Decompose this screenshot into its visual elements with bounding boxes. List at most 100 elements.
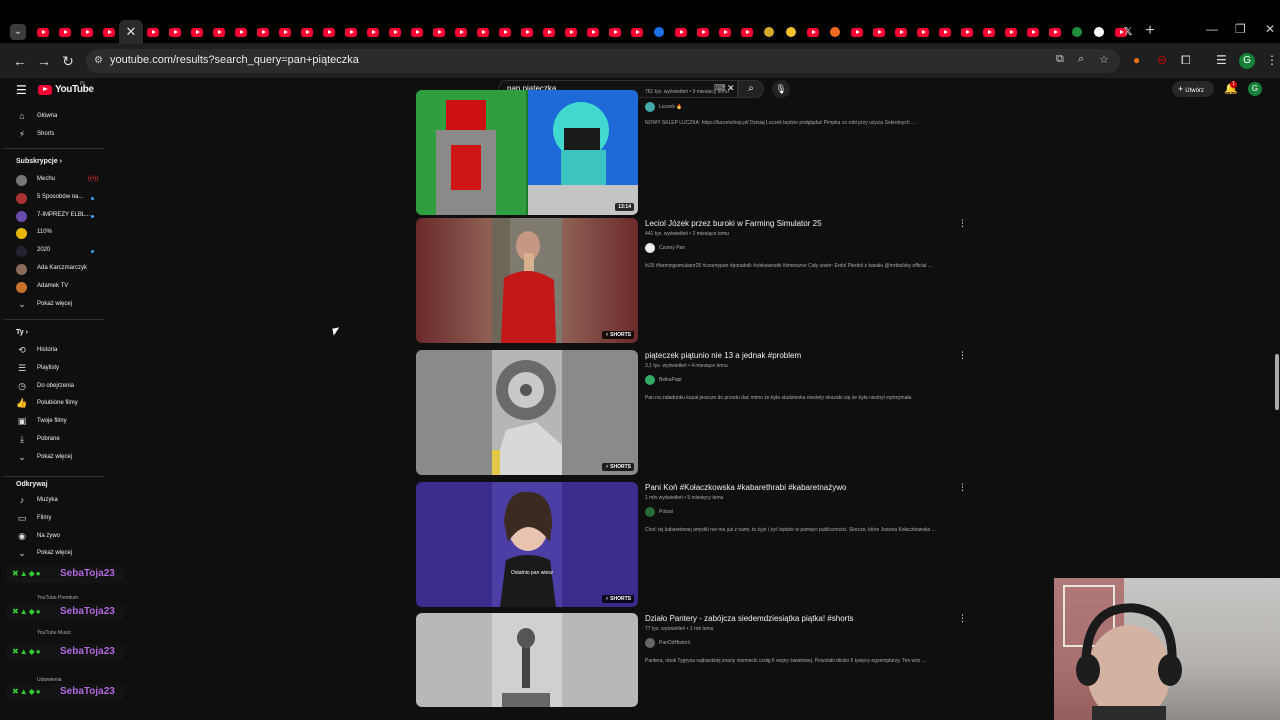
sidebar-item-muzyka[interactable]: ♪ Muzyka — [0, 493, 105, 510]
sidebar-item-twoje-filmy[interactable]: ▣ Twoje filmy — [0, 414, 105, 431]
browser-tab[interactable] — [1003, 24, 1019, 40]
browser-tab[interactable] — [211, 24, 227, 40]
sidebar-item-subscription[interactable]: 7-IMPREZY ELBL... — [0, 208, 105, 225]
subscriptions-header[interactable]: Subskrypcje › — [16, 158, 62, 165]
channel-avatar[interactable] — [645, 102, 655, 112]
browser-tab[interactable] — [541, 24, 557, 40]
close-window-icon[interactable]: ✕ — [1265, 22, 1275, 36]
sidebar-item-settings[interactable]: Ustawienia — [37, 677, 61, 683]
browser-tab[interactable] — [959, 24, 975, 40]
browser-tab[interactable] — [739, 24, 755, 40]
browser-tab[interactable] — [915, 24, 931, 40]
sidebar-item-pokaż-więcej[interactable]: ⌄ Pokaż więcej — [0, 546, 105, 563]
sidebar-item-youtube-premium[interactable]: YouTube Premium — [37, 595, 78, 601]
browser-menu-icon[interactable]: ⋮ — [1266, 53, 1278, 67]
channel-avatar[interactable] — [645, 638, 655, 648]
video-title[interactable]: piąteczek piątunio nie 13 a jednak #prob… — [645, 351, 801, 360]
install-app-icon[interactable]: ⧉ — [1056, 53, 1064, 66]
sidebar-item-subscription[interactable]: Ada Karczmarczyk — [0, 261, 105, 278]
browser-tab[interactable] — [783, 24, 799, 40]
browser-tab[interactable] — [563, 24, 579, 40]
channel-name[interactable]: Czarny Pan — [659, 245, 685, 251]
channel-name[interactable]: Luczek 🔥 — [659, 104, 682, 110]
browser-tab[interactable] — [629, 24, 645, 40]
browser-tab[interactable] — [1047, 24, 1063, 40]
tab-search-dropdown[interactable]: ⌄ — [10, 24, 26, 40]
more-options-icon[interactable]: ⋮ — [958, 482, 967, 493]
address-bar[interactable]: ⚙ youtube.com/results?search_query=pan+p… — [86, 49, 1120, 73]
subscriptions-show-more[interactable]: ⌄ Pokaż więcej — [0, 297, 105, 314]
browser-tab[interactable] — [607, 24, 623, 40]
browser-tab[interactable] — [299, 24, 315, 40]
sidebar-item-subscription[interactable]: Mechu ((•)) — [0, 172, 105, 189]
sidebar-item-subscription[interactable]: 2020 — [0, 243, 105, 260]
video-title[interactable]: Działo Pantery - zabójcza siedemdziesiąt… — [645, 614, 854, 623]
browser-tab[interactable] — [717, 24, 733, 40]
channel-avatar[interactable] — [645, 507, 655, 517]
browser-tab[interactable]: 𝕏 — [1120, 24, 1136, 40]
restore-icon[interactable]: ❐ — [1235, 22, 1246, 36]
browser-tab[interactable] — [365, 24, 381, 40]
browser-tab[interactable] — [651, 24, 667, 40]
video-title[interactable]: Leciol Józek przez buroki w Farming Simu… — [645, 219, 822, 228]
video-thumbnail[interactable]: ⚡ SHORTS — [416, 350, 638, 475]
video-thumbnail[interactable] — [416, 613, 638, 707]
video-thumbnail[interactable]: 13:14 — [416, 90, 638, 215]
browser-tab[interactable] — [805, 24, 821, 40]
browser-tab[interactable] — [695, 24, 711, 40]
sidebar-item-subscription[interactable]: Adamek TV — [0, 279, 105, 296]
browser-tab[interactable] — [343, 24, 359, 40]
bookmark-star-icon[interactable]: ☆ — [1099, 53, 1109, 66]
more-options-icon[interactable]: ⋮ — [958, 350, 967, 361]
sidebar-item-subscription[interactable]: 5 Sposobów na... — [0, 190, 105, 207]
you-header[interactable]: Ty › — [16, 329, 28, 336]
reload-button[interactable]: ↻ — [60, 53, 76, 70]
video-thumbnail[interactable]: Ostatnio pan wiesz ⚡ SHORTS — [416, 482, 638, 607]
browser-tab[interactable] — [255, 24, 271, 40]
video-title[interactable]: Pani Koń #Kołaczkowska #kabarethrabi #ka… — [645, 483, 846, 492]
sidebar-item-home[interactable]: ⌂ Główna — [0, 109, 105, 126]
channel-avatar[interactable] — [645, 375, 655, 385]
browser-tab[interactable] — [79, 24, 95, 40]
browser-tab[interactable] — [57, 24, 73, 40]
browser-tab[interactable] — [387, 24, 403, 40]
sidebar-item-historia[interactable]: ⟲ Historia — [0, 343, 105, 360]
browser-tab[interactable] — [981, 24, 997, 40]
browser-tab[interactable] — [673, 24, 689, 40]
browser-tab[interactable] — [497, 24, 513, 40]
sidebar-item-polubione-filmy[interactable]: 👍 Polubione filmy — [0, 396, 105, 413]
search-result-video[interactable]: ⚡ SHORTS Leciol Józek przez buroki w Farm… — [416, 218, 976, 344]
browser-tab[interactable] — [585, 24, 601, 40]
close-tab-icon[interactable]: ✕ — [119, 20, 143, 44]
tab-active[interactable]: ✕ — [119, 20, 143, 44]
browser-tab[interactable] — [849, 24, 865, 40]
youtube-logo[interactable]: YouTube PL — [38, 81, 94, 95]
channel-name[interactable]: Polsat — [659, 509, 673, 515]
browser-tab[interactable] — [519, 24, 535, 40]
search-result-video[interactable]: Ostatnio pan wiesz ⚡ SHORTS Pani Koń #Koła… — [416, 482, 976, 608]
browser-tab[interactable] — [409, 24, 425, 40]
browser-tab[interactable] — [101, 24, 117, 40]
browser-tab[interactable] — [937, 24, 953, 40]
extensions-puzzle-icon[interactable]: ⧠ — [1181, 53, 1191, 68]
address-url[interactable]: youtube.com/results?search_query=pan+pią… — [110, 54, 359, 66]
browser-tab[interactable] — [827, 24, 843, 40]
browser-profile-avatar[interactable]: G — [1239, 53, 1255, 69]
new-tab-button[interactable]: + — [1142, 22, 1158, 40]
tab-search-icon[interactable]: ☰ — [1216, 53, 1227, 67]
forward-button[interactable]: → — [36, 53, 52, 69]
page-scrollbar[interactable] — [1275, 354, 1279, 410]
browser-tab[interactable] — [453, 24, 469, 40]
sidebar-item-pokaż-więcej[interactable]: ⌄ Pokaż więcej — [0, 450, 105, 467]
video-thumbnail[interactable]: ⚡ SHORTS — [416, 218, 638, 343]
browser-tab[interactable] — [1025, 24, 1041, 40]
sidebar-item-playlisty[interactable]: ☰ Playlisty — [0, 361, 105, 378]
menu-icon[interactable]: ☰ — [16, 83, 27, 97]
browser-tab[interactable] — [233, 24, 249, 40]
create-button[interactable]: + Utwórz — [1172, 81, 1214, 97]
browser-tab[interactable] — [1091, 24, 1107, 40]
browser-tab[interactable] — [277, 24, 293, 40]
channel-name[interactable]: PanOdHistorii — [659, 640, 690, 646]
sidebar-item-pobrane[interactable]: ⤓ Pobrane — [0, 432, 105, 449]
channel-name[interactable]: BelkaPapi — [659, 377, 682, 383]
